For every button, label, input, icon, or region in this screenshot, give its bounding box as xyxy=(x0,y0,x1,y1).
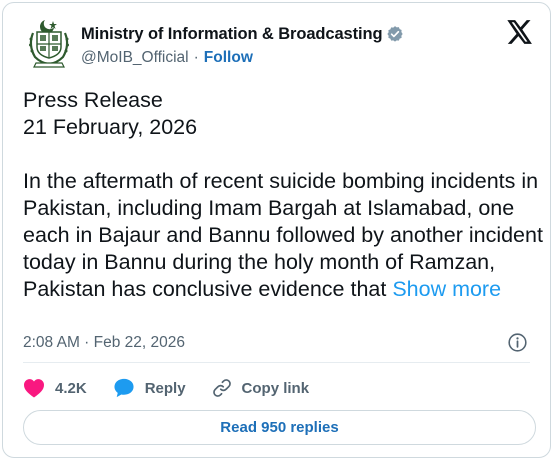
x-logo-icon[interactable] xyxy=(507,20,533,44)
read-replies-button[interactable]: Read 950 replies xyxy=(23,410,536,445)
handle-row: @MoIB_Official · Follow xyxy=(81,49,253,67)
like-button[interactable]: 4.2K xyxy=(23,378,87,398)
action-bar: 4.2K Reply Copy link xyxy=(23,376,335,400)
info-icon[interactable] xyxy=(507,332,528,353)
heart-icon xyxy=(24,379,44,398)
copy-link-label: Copy link xyxy=(241,379,310,397)
link-icon xyxy=(212,379,231,397)
emblem-icon xyxy=(29,20,69,68)
avatar[interactable] xyxy=(23,17,75,69)
follow-button[interactable]: Follow xyxy=(204,49,253,67)
post-paragraph: In the aftermath of recent suicide bombi… xyxy=(23,168,543,303)
post-body: Press Release 21 February, 2026 In the a… xyxy=(23,87,543,303)
show-more-link[interactable]: Show more xyxy=(392,277,501,301)
reply-button[interactable]: Reply xyxy=(113,378,186,398)
post-line-date: 21 February, 2026 xyxy=(23,115,198,139)
verified-badge-icon[interactable] xyxy=(386,25,404,43)
post-card: Ministry of Information & Broadcasting @… xyxy=(2,2,551,458)
copy-link-button[interactable]: Copy link xyxy=(212,378,310,398)
post-line-press-release: Press Release xyxy=(23,88,163,112)
like-count: 4.2K xyxy=(55,379,87,397)
reply-label: Reply xyxy=(144,379,186,397)
separator-dot: · xyxy=(193,49,199,66)
divider xyxy=(23,362,530,363)
display-name[interactable]: Ministry of Information & Broadcasting xyxy=(81,25,383,44)
account-handle[interactable]: @MoIB_Official xyxy=(81,49,189,67)
name-row: Ministry of Information & Broadcasting xyxy=(81,23,404,45)
post-timestamp[interactable]: 2:08 AM · Feb 22, 2026 xyxy=(23,334,185,352)
chat-bubble-icon xyxy=(114,378,134,398)
